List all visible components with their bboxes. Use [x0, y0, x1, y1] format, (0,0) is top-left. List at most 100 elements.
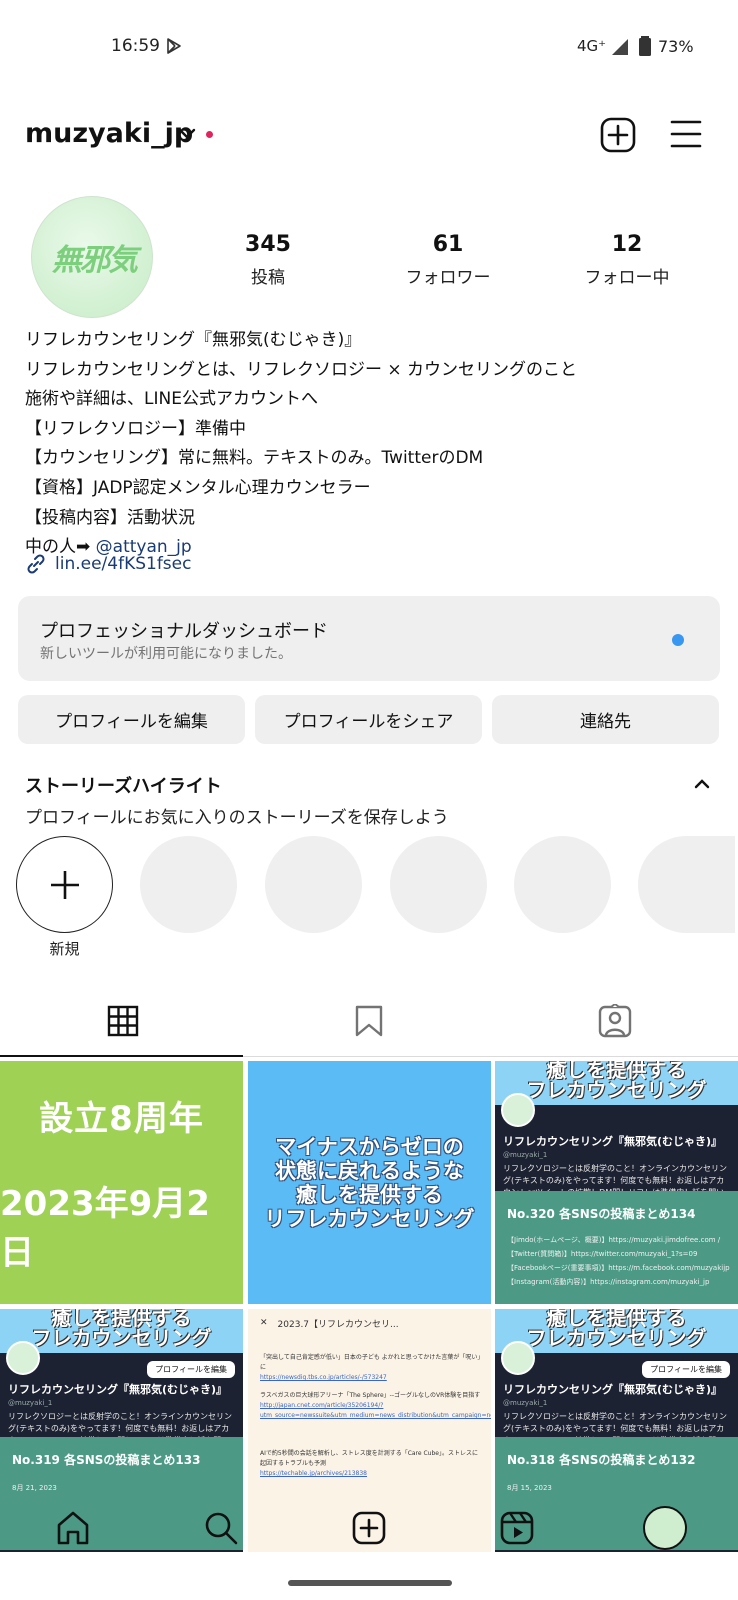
bottom-navigation	[0, 1485, 738, 1573]
post-profile-name: リフレカウンセリング『無邪気(むじゃき)』	[8, 1383, 228, 1396]
profile-avatar	[643, 1506, 687, 1550]
post-banner-text: フレカウンセリング	[526, 1326, 707, 1350]
post-text: 状態に戻れるような	[275, 1158, 464, 1183]
post-item-url: https://newsdig.tbs.co.jp/articles/-/573…	[260, 1374, 387, 1381]
active-tab-indicator	[0, 1055, 243, 1057]
post-title: No.319 各SNSの投稿まとめ133	[12, 1453, 201, 1467]
post-handle: @muzyaki_1	[8, 1399, 53, 1407]
stat-value: 12	[611, 232, 643, 257]
stat-following[interactable]: 12 フォロー中	[552, 232, 702, 288]
post-detail-line: 【Jimdo(ホームページ、概要)】https://muzyaki.jimdof…	[507, 1236, 721, 1244]
stat-posts[interactable]: 345 投稿	[193, 232, 343, 288]
network-type: 4G⁺	[577, 37, 607, 55]
nav-profile[interactable]	[642, 1505, 688, 1551]
post-text: 設立8周年	[39, 1099, 204, 1139]
battery-percent: 73%	[658, 37, 694, 56]
chevron-down-icon[interactable]	[178, 126, 196, 145]
new-post-icon[interactable]	[600, 117, 636, 157]
post-avatar	[501, 1093, 535, 1127]
post-thumbnail[interactable]: マイナスからゼロの 状態に戻れるような 癒しを提供する リフレカウンセリング	[248, 1061, 491, 1304]
professional-dashboard-card[interactable]: プロフェッショナルダッシュボード 新しいツールが利用可能になりました。	[18, 596, 720, 681]
post-text: マイナスからゼロの	[275, 1134, 464, 1159]
grid-icon	[107, 1005, 139, 1037]
new-highlight-button[interactable]	[16, 836, 113, 933]
link-icon	[27, 554, 45, 574]
post-item-url: http://japan.cnet.com/article/35206194/?…	[260, 1402, 491, 1419]
notification-dot	[206, 131, 213, 138]
post-text: 2023年9月2日	[0, 1184, 210, 1273]
nav-reels[interactable]	[494, 1505, 540, 1551]
dashboard-subtitle: 新しいツールが利用可能になりました。	[40, 646, 292, 662]
post-item-text: ラスベガスの巨大球形アリーナ「The Sphere」--ゴーグルなしのVR体験を…	[260, 1392, 481, 1399]
new-indicator-dot	[672, 634, 684, 646]
nav-search[interactable]	[198, 1505, 244, 1551]
post-header-text: 2023.7【リフレカウンセリ...	[277, 1319, 399, 1330]
stat-label: 投稿	[251, 268, 285, 288]
post-handle: @muzyaki_1	[503, 1399, 548, 1407]
profile-tabs	[0, 985, 738, 1057]
avatar-logo-text: 無邪気	[52, 243, 138, 278]
gesture-home-bar[interactable]	[288, 1580, 452, 1586]
share-profile-button[interactable]: プロフィールをシェア	[255, 695, 482, 744]
close-icon: ✕	[260, 1318, 268, 1328]
profile-avatar[interactable]: 無邪気	[31, 196, 153, 318]
chevron-up-icon[interactable]	[694, 775, 710, 794]
bio-line: 【資格】JADP認定メンタル心理カウンセラー	[25, 477, 371, 498]
post-detail-line: 【Facebookページ(重要事項)】https://m.facebook.co…	[507, 1264, 730, 1272]
play-store-icon	[166, 37, 182, 59]
post-banner-text: フレカウンセリング	[526, 1078, 707, 1102]
profile-username[interactable]: muzyaki_jp	[25, 118, 193, 149]
link-text: lin.ee/4fKS1fsec	[55, 554, 192, 574]
bio-external-link[interactable]: lin.ee/4fKS1fsec	[25, 553, 191, 575]
tab-saved[interactable]	[246, 985, 492, 1057]
battery-icon	[638, 36, 652, 60]
post-thumbnail[interactable]: 設立8周年 2023年9月2日	[0, 1061, 243, 1304]
stat-label: フォロー中	[584, 268, 670, 288]
stat-value: 61	[432, 232, 464, 257]
highlight-placeholder	[140, 836, 237, 933]
profile-bio: リフレカウンセリング『無邪気(むじゃき)』 リフレカウンセリングとは、リフレクソ…	[25, 326, 715, 563]
edit-profile-button[interactable]: プロフィールを編集	[18, 695, 245, 744]
bio-line: 【投稿内容】活動状況	[25, 507, 195, 528]
tagged-icon	[598, 1004, 632, 1038]
tab-posts[interactable]	[0, 985, 246, 1057]
bio-line: リフレカウンセリングとは、リフレクソロジー × カウンセリングのこと	[25, 359, 578, 380]
plus-icon	[50, 870, 79, 899]
post-screenshot-header: ✕ 2023.7【リフレカウンセリ...	[248, 1309, 491, 1337]
stat-value: 345	[245, 232, 291, 257]
post-edit-label: プロフィールを編集	[147, 1361, 235, 1378]
new-highlight-label: 新規	[49, 940, 80, 958]
bio-line: 施術や詳細は、LINE公式アカウントへ	[25, 389, 318, 410]
bio-line: リフレカウンセリング『無邪気(むじゃき)』	[25, 330, 362, 350]
status-time: 16:59	[111, 36, 160, 56]
post-profile-name: リフレカウンセリング『無邪気(むじゃき)』	[503, 1383, 723, 1396]
signal-icon	[610, 37, 630, 61]
stat-label: フォロワー	[405, 268, 491, 288]
nav-create[interactable]	[346, 1505, 392, 1551]
nav-home[interactable]	[50, 1505, 96, 1551]
post-handle: @muzyaki_1	[503, 1151, 548, 1159]
search-icon	[205, 1512, 238, 1545]
status-bar: 16:59 4G⁺ 73%	[0, 0, 738, 96]
tab-tagged[interactable]	[492, 985, 738, 1057]
create-icon	[352, 1511, 386, 1545]
post-profile-name: リフレカウンセリング『無邪気(むじゃき)』	[503, 1135, 723, 1148]
post-banner-text: フレカウンセリング	[31, 1326, 212, 1350]
post-text: リフレカウンセリング	[264, 1206, 475, 1231]
post-thumbnail[interactable]: 癒しを提供する フレカウンセリング リフレカウンセリング『無邪気(むじゃき)』 @…	[495, 1061, 738, 1304]
saved-icon	[355, 1005, 383, 1037]
reels-icon	[500, 1511, 534, 1545]
dashboard-title: プロフェッショナルダッシュボード	[40, 621, 328, 642]
post-text: 癒しを提供する	[296, 1182, 443, 1207]
highlights-subtitle: プロフィールにお気に入りのストーリーズを保存しよう	[25, 808, 449, 828]
contact-button[interactable]: 連絡先	[492, 695, 719, 744]
post-item-text: 「突出して自己肯定感が低い」日本の子ども よかれと思ってかけた言葉が「呪い」に	[260, 1354, 481, 1371]
bio-line: 【リフレクソロジー】準備中	[25, 418, 246, 439]
post-item-url: https://techable.jp/archives/213838	[260, 1470, 367, 1477]
highlight-placeholder	[638, 836, 735, 933]
bio-line: 【カウンセリング】常に無料。テキストのみ。TwitterのDM	[25, 448, 484, 469]
highlights-title: ストーリーズハイライト	[25, 776, 222, 797]
home-icon	[57, 1511, 89, 1545]
stat-followers[interactable]: 61 フォロワー	[373, 232, 523, 288]
menu-icon[interactable]	[670, 119, 702, 153]
